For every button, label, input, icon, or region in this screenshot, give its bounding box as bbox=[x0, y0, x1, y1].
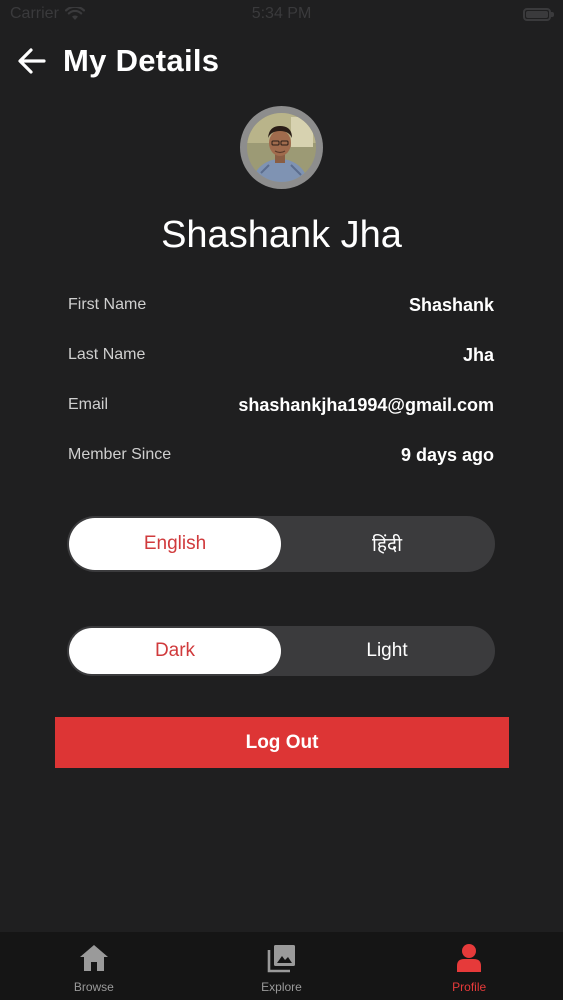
tab-explore[interactable]: Explore bbox=[188, 932, 376, 1000]
language-option-english[interactable]: English bbox=[69, 518, 281, 570]
tab-bar: Browse Explore Profile bbox=[0, 932, 563, 1000]
detail-value: shashankjha1994@gmail.com bbox=[238, 394, 494, 415]
detail-label: Email bbox=[68, 396, 109, 413]
person-icon bbox=[457, 944, 482, 972]
theme-toggle: Dark Light bbox=[67, 626, 495, 676]
avatar bbox=[240, 106, 323, 189]
status-bar: Carrier 5:34 PM bbox=[0, 0, 563, 30]
tab-profile[interactable]: Profile bbox=[375, 932, 563, 1000]
battery-icon bbox=[523, 8, 554, 21]
back-arrow-icon bbox=[18, 48, 46, 74]
tab-label: Profile bbox=[452, 980, 487, 994]
language-option-hindi[interactable]: हिंदी bbox=[281, 518, 493, 570]
home-icon bbox=[79, 945, 108, 971]
back-button[interactable] bbox=[14, 43, 50, 79]
language-toggle: English हिंदी bbox=[67, 516, 495, 572]
detail-row-last-name: Last Name Jha bbox=[68, 330, 494, 380]
detail-row-email: Email shashankjha1994@gmail.com bbox=[68, 380, 494, 430]
detail-value: Jha bbox=[462, 344, 494, 365]
profile-photo bbox=[247, 113, 316, 182]
detail-label: Member Since bbox=[68, 446, 172, 463]
detail-value: Shashank bbox=[408, 294, 494, 315]
status-time: 5:34 PM bbox=[251, 5, 312, 22]
gallery-icon bbox=[267, 945, 295, 973]
detail-value: 9 days ago bbox=[400, 444, 494, 465]
detail-label: Last Name bbox=[68, 346, 146, 363]
logout-button[interactable]: Log Out bbox=[55, 717, 509, 768]
tab-label: Explore bbox=[261, 980, 302, 994]
detail-label: First Name bbox=[68, 296, 147, 313]
profile-name: Shashank Jha bbox=[161, 214, 402, 256]
detail-row-member-since: Member Since 9 days ago bbox=[68, 430, 494, 480]
tab-browse[interactable]: Browse bbox=[0, 932, 188, 1000]
my-details-screen: Carrier 5:34 PM My Details Shashank Jha … bbox=[0, 0, 563, 1000]
details-list: First Name Shashank Last Name Jha Email … bbox=[68, 280, 494, 480]
tab-label: Browse bbox=[73, 980, 114, 994]
theme-option-light[interactable]: Light bbox=[281, 628, 493, 674]
header: My Details bbox=[14, 38, 219, 84]
detail-row-first-name: First Name Shashank bbox=[68, 280, 494, 330]
page-title: My Details bbox=[63, 43, 220, 78]
theme-option-dark[interactable]: Dark bbox=[69, 628, 281, 674]
